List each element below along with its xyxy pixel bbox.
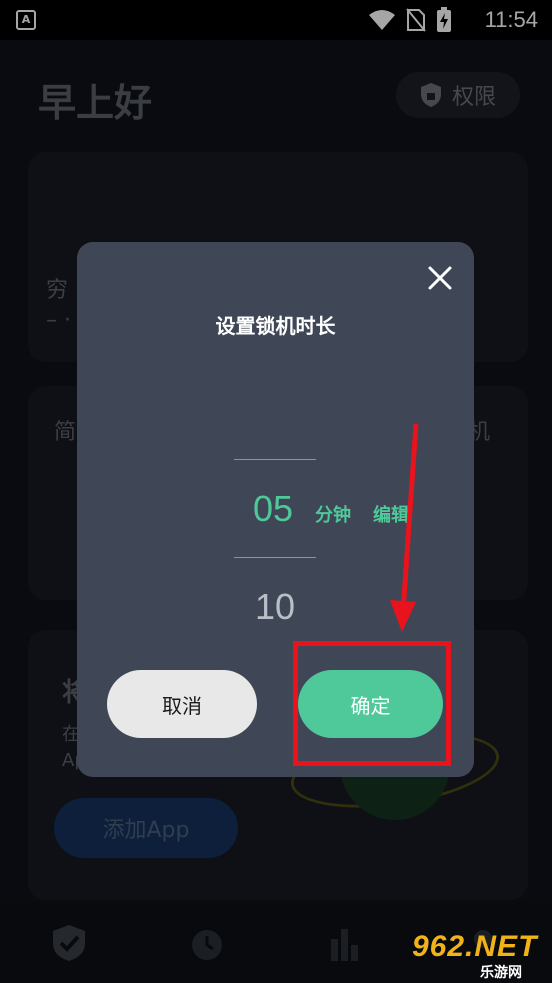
watermark-top-text: 962.NET (412, 930, 538, 963)
picker-divider-bottom (234, 557, 316, 558)
dialog-title: 设置锁机时长 (215, 314, 336, 338)
cancel-button[interactable]: 取消 (107, 670, 257, 738)
picker-selected-value[interactable]: 05 (253, 488, 293, 530)
picker-edit-link[interactable]: 编辑 (373, 501, 409, 527)
picker-divider-top (234, 459, 316, 460)
close-icon[interactable] (426, 264, 454, 292)
picker-next-value[interactable]: 10 (255, 586, 295, 628)
watermark-logo: 962.NET 乐游网 (412, 930, 546, 981)
annotation-highlight-box (293, 641, 451, 766)
picker-unit-label: 分钟 (315, 505, 351, 526)
watermark-bottom-text: 乐游网 (480, 965, 522, 981)
